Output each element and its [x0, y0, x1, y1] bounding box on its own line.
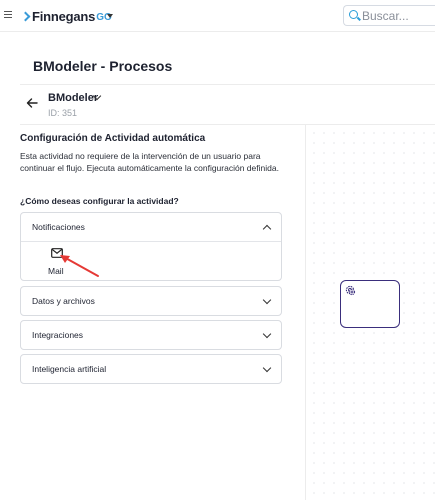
gear-icon — [345, 285, 356, 296]
process-name[interactable]: BModeler — [48, 92, 98, 104]
search-box[interactable] — [343, 5, 435, 26]
annotation-arrow-icon — [60, 255, 99, 277]
diagram-canvas[interactable] — [305, 125, 435, 500]
menu-icon[interactable] — [4, 11, 12, 18]
config-description: Esta actividad no requiere de la interve… — [20, 151, 279, 173]
brand-logo[interactable]: Finnegans GO — [20, 8, 112, 24]
chevron-down-icon — [262, 363, 272, 373]
chevron-up-icon — [262, 224, 272, 234]
process-id: ID: 351 — [48, 108, 78, 118]
search-input[interactable] — [362, 8, 434, 24]
accordion-header-notificaciones[interactable]: Notificaciones — [21, 213, 281, 241]
accordion-header-integraciones[interactable]: Integraciones — [21, 321, 281, 349]
accordion-datos-y-archivos: Datos y archivos — [20, 286, 282, 316]
accordion-label: Notificaciones — [32, 222, 85, 232]
back-arrow-icon[interactable] — [26, 97, 38, 109]
accordion-integraciones: Integraciones — [20, 320, 282, 350]
brand-name: Finnegans — [32, 8, 96, 24]
page-title: BModeler - Procesos — [33, 58, 173, 74]
accordion-inteligencia-artificial: Inteligencia artificial — [20, 354, 282, 384]
accordion-label: Datos y archivos — [32, 296, 95, 306]
chevron-down-icon — [262, 329, 272, 339]
config-panel: Configuración de Actividad automática Es… — [0, 125, 305, 500]
chevron-down-icon — [262, 295, 272, 305]
brand-dropdown-icon[interactable] — [107, 14, 113, 18]
config-question: ¿Cómo deseas configurar la actividad? — [20, 196, 179, 206]
accordion-label: Integraciones — [32, 330, 84, 340]
automatic-task-node[interactable] — [340, 280, 400, 328]
accordion-header-datos-y-archivos[interactable]: Datos y archivos — [21, 287, 281, 315]
logo-chevron-icon — [20, 11, 31, 21]
top-bar: Finnegans GO — [0, 0, 435, 32]
accordion-header-inteligencia-artificial[interactable]: Inteligencia artificial — [21, 355, 281, 383]
search-icon — [349, 10, 358, 19]
header-divider — [20, 84, 435, 85]
accordion-label: Inteligencia artificial — [32, 364, 107, 374]
config-title: Configuración de Actividad automática — [20, 133, 206, 144]
